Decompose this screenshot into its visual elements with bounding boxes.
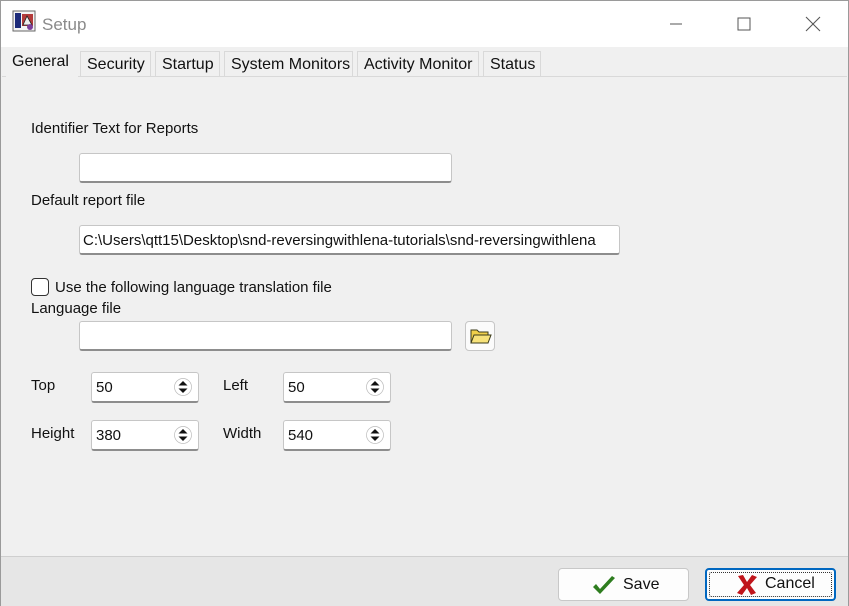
spin-updown-icon[interactable] — [366, 378, 384, 396]
tab-activity-monitor[interactable]: Activity Monitor — [357, 51, 479, 76]
top-value: 50 — [96, 379, 113, 396]
folder-open-icon — [470, 329, 492, 344]
tab-security[interactable]: Security — [80, 51, 151, 76]
language-file-input[interactable] — [79, 321, 452, 351]
width-spinner[interactable]: 540 — [283, 420, 391, 451]
height-spinner[interactable]: 380 — [91, 420, 199, 451]
spin-updown-icon[interactable] — [366, 426, 384, 444]
height-label: Height — [31, 425, 75, 442]
top-label: Top — [31, 377, 56, 394]
language-file-label: Language file — [31, 300, 122, 317]
use-language-checkbox[interactable] — [31, 278, 49, 296]
spin-updown-icon[interactable] — [174, 426, 192, 444]
tab-startup[interactable]: Startup — [155, 51, 220, 76]
width-value: 540 — [288, 427, 314, 444]
general-tab-panel — [2, 76, 847, 556]
title-bar[interactable]: Setup — [1, 1, 848, 47]
left-label: Left — [223, 377, 249, 394]
report-file-label: Default report file — [31, 192, 146, 209]
window-title: Setup — [42, 15, 87, 34]
setup-window: Setup General Security Startup System Mo… — [0, 0, 849, 606]
identifier-input[interactable] — [79, 153, 452, 183]
checkmark-icon — [593, 576, 615, 594]
close-icon — [805, 16, 821, 32]
x-cancel-icon — [737, 575, 757, 595]
app-icon — [12, 10, 36, 32]
browse-language-button[interactable] — [465, 321, 495, 351]
cancel-label: Cancel — [765, 575, 815, 592]
width-label: Width — [223, 425, 262, 442]
tab-status[interactable]: Status — [483, 51, 541, 76]
report-file-input[interactable]: C:\Users\qtt15\Desktop\snd-reversingwith… — [79, 225, 620, 255]
cancel-button[interactable]: Cancel — [705, 568, 836, 601]
spin-updown-icon[interactable] — [174, 378, 192, 396]
height-value: 380 — [96, 427, 122, 444]
identifier-label: Identifier Text for Reports — [31, 120, 199, 137]
tab-general[interactable]: General — [6, 47, 78, 77]
minimize-button[interactable] — [641, 1, 711, 47]
maximize-icon — [737, 17, 751, 31]
maximize-button[interactable] — [709, 1, 779, 47]
left-value: 50 — [288, 379, 305, 396]
minimize-icon — [670, 23, 682, 25]
top-spinner[interactable]: 50 — [91, 372, 199, 403]
tab-system-monitors[interactable]: System Monitors — [224, 51, 353, 76]
left-spinner[interactable]: 50 — [283, 372, 391, 403]
use-language-label[interactable]: Use the following language translation f… — [55, 279, 332, 296]
save-label: Save — [623, 576, 660, 593]
close-button[interactable] — [778, 1, 848, 47]
save-button[interactable]: Save — [558, 568, 689, 601]
